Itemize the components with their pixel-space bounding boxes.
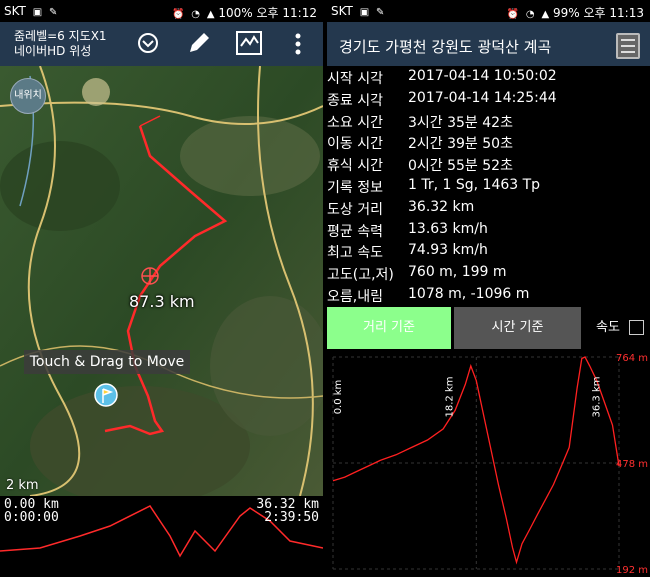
zoom-level-label: 줌레벨=6 지도X1 (14, 29, 107, 43)
y-tick-label: 192 m (616, 565, 648, 576)
stat-row: 시작 시각 2017-04-14 10:50:02 (327, 66, 650, 88)
stat-value: 760 m, 199 m (408, 264, 507, 281)
stat-row: 이동 시간 2시간 39분 50초 (327, 131, 650, 153)
stat-row: 기록 정보 1 Tr, 1 Sg, 1463 Tp (327, 175, 650, 197)
stat-value: 2시간 39분 50초 (408, 136, 513, 153)
alarm-icon: ⏰ (506, 9, 520, 20)
mini-time-start: 0:00:00 (4, 510, 59, 525)
stat-key: 도상 거리 (327, 201, 383, 218)
stat-key: 고도(고,저) (327, 267, 394, 284)
map-toolbar: 줌레벨=6 지도X1 네이버HD 위성 (0, 22, 323, 66)
pin-icon: ✎ (376, 7, 385, 18)
mini-time-end: 2:39:50 (264, 510, 319, 525)
track-title: 경기도 가평천 강원도 광덕산 계곡 (339, 38, 552, 56)
stat-row: 소요 시간 3시간 35분 42초 (327, 110, 650, 132)
stat-value: 13.63 km/h (408, 220, 488, 237)
x-tick-label: 18.2 km (445, 377, 456, 418)
y-tick-label: 764 m (616, 353, 648, 364)
stat-key: 평균 속력 (327, 223, 383, 240)
hint-toast: Touch & Drag to Move (24, 350, 190, 374)
map-screen: SKT ▣ ✎ ⏰ ◔ ▲ 100% 오후 11:12 줌레벨=6 지도X1 네… (0, 0, 323, 577)
distance-overlay: 87.3 km (129, 292, 195, 311)
elevation-chart[interactable]: 764 m 478 m 192 m 0.0 km 18.2 km 36.3 km (327, 349, 650, 577)
stat-key: 오름,내림 (327, 289, 383, 305)
y-tick-label: 478 m (616, 459, 648, 470)
stat-row: 종료 시각 2017-04-14 14:25:44 (327, 88, 650, 110)
stat-row: 휴식 시간 0시간 55분 52초 (327, 153, 650, 175)
map-scale: 2 km (6, 478, 39, 493)
wifi-icon: ◔ (525, 9, 535, 20)
stat-row: 최고 속도 74.93 km/h (327, 240, 650, 262)
chevron-down-icon[interactable] (137, 32, 159, 54)
stat-row: 고도(고,저) 760 m, 199 m (327, 262, 650, 284)
map-type-label: 네이버HD 위성 (14, 44, 92, 58)
carrier-label: SKT (331, 4, 353, 18)
stat-key: 소요 시간 (327, 114, 383, 131)
image-icon: ▣ (32, 7, 43, 18)
alarm-icon: ⏰ (172, 9, 185, 20)
menu-icon[interactable] (616, 33, 640, 59)
stat-value: 0시간 55분 52초 (408, 158, 513, 175)
clock: 오후 11:13 (583, 6, 644, 20)
status-bar: SKT ▣ ✎ ⏰ ◔ ▲ 100% 오후 11:12 (0, 0, 323, 22)
carrier-label: SKT (4, 4, 26, 18)
stat-row: 도상 거리 36.32 km (327, 197, 650, 219)
stat-key: 기록 정보 (327, 180, 383, 196)
stat-row: 오름,내림 1078 m, -1096 m (327, 284, 650, 306)
speed-checkbox[interactable] (629, 320, 644, 335)
status-bar: SKT ▣ ✎ ⏰ ◔ ▲ 99% 오후 11:13 (327, 0, 650, 22)
signal-icon: ▲ (541, 9, 550, 20)
stat-value: 74.93 km/h (408, 242, 488, 259)
speed-label: 속도 (596, 320, 620, 335)
my-location-button[interactable]: 내위치 (10, 78, 46, 114)
x-tick-label: 0.0 km (333, 380, 344, 415)
mini-profile[interactable]: 0.00 km 0:00:00 36.32 km 2:39:50 (0, 496, 323, 577)
battery-label: 99% (553, 6, 580, 20)
stat-row: 평균 속력 13.63 km/h (327, 219, 650, 241)
elevation-chart-svg: 764 m 478 m 192 m 0.0 km 18.2 km 36.3 km (332, 353, 648, 576)
flag-marker-icon[interactable] (94, 383, 118, 411)
image-icon: ▣ (359, 7, 370, 18)
x-tick-label: 36.3 km (591, 377, 602, 418)
tab-time[interactable]: 시간 기준 (454, 307, 581, 349)
wifi-icon: ◔ (191, 9, 201, 20)
pin-icon: ✎ (49, 7, 58, 18)
clock: 오후 11:12 (256, 6, 317, 20)
battery-label: 100% (218, 6, 253, 20)
more-icon[interactable] (294, 32, 302, 56)
stat-key: 종료 시각 (327, 92, 383, 109)
stat-value: 2017-04-14 14:25:44 (408, 89, 557, 106)
pencil-icon[interactable] (186, 30, 212, 56)
stat-key: 휴식 시간 (327, 158, 383, 175)
stats-screen: SKT ▣ ✎ ⏰ ◔ ▲ 99% 오후 11:13 경기도 가평천 강원도 광… (327, 0, 650, 577)
map-icon[interactable] (236, 31, 262, 55)
stat-key: 이동 시간 (327, 136, 383, 153)
stat-key: 시작 시각 (327, 71, 383, 87)
stat-value: 1078 m, -1096 m (408, 286, 530, 302)
signal-icon: ▲ (206, 9, 215, 20)
tab-distance[interactable]: 거리 기준 (327, 307, 451, 349)
stat-value: 2017-04-14 10:50:02 (408, 68, 557, 84)
stat-value: 1 Tr, 1 Sg, 1463 Tp (408, 177, 541, 193)
stat-value: 36.32 km (408, 198, 475, 215)
stat-value: 3시간 35분 42초 (408, 114, 513, 131)
stat-key: 최고 속도 (327, 245, 383, 262)
satellite-map[interactable] (0, 66, 323, 496)
